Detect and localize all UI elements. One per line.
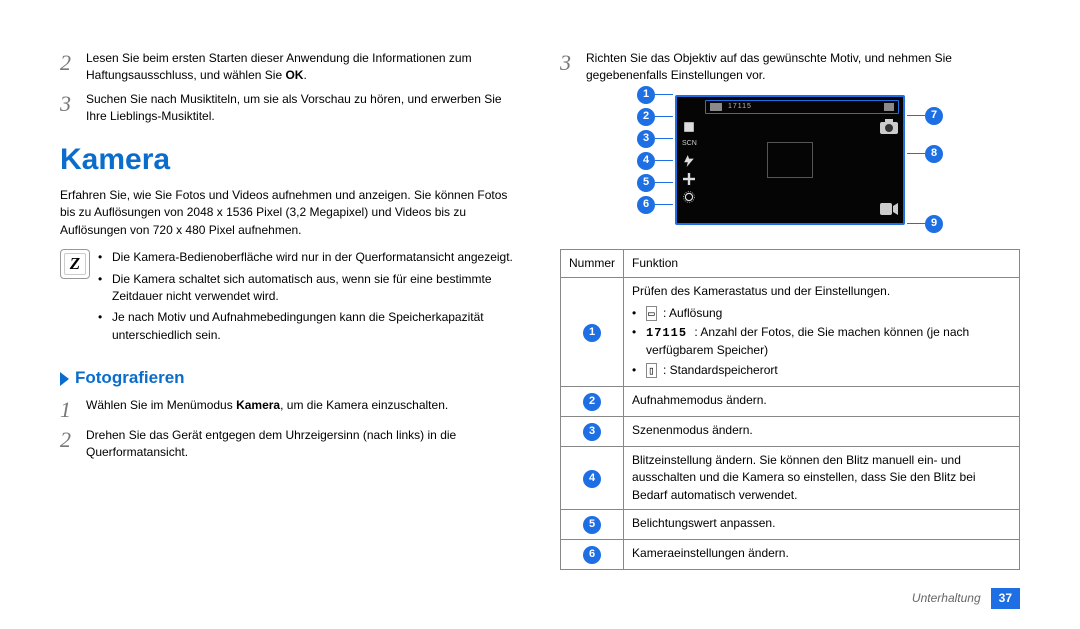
callouts-right: 7 8 9 <box>905 95 943 235</box>
list-item: 1 Wählen Sie im Menümodus Kamera, um die… <box>60 397 520 421</box>
row-badge: 1 <box>583 324 601 342</box>
focus-frame <box>767 142 813 178</box>
subsection-heading: Fotografieren <box>60 366 520 391</box>
table-row: 5 Belichtungswert anpassen. <box>561 510 1020 540</box>
row-text: Blitzeinstellung ändern. Sie können den … <box>624 447 1020 510</box>
exposure-icon <box>682 173 696 185</box>
right-column: 3 Richten Sie das Objektiv auf das gewün… <box>560 50 1020 570</box>
row-text: Belichtungswert anpassen. <box>624 510 1020 540</box>
storage-icon <box>884 103 894 111</box>
scene-label: SCN <box>682 139 703 149</box>
table-row: 6 Kameraeinstellungen ändern. <box>561 540 1020 570</box>
row-badge: 5 <box>583 516 601 534</box>
two-column-layout: 2 Lesen Sie beim ersten Starten dieser A… <box>60 50 1020 570</box>
callout-2: 2 <box>637 108 655 126</box>
resolution-mini-icon: ▭ <box>646 306 657 321</box>
row-badge: 6 <box>583 546 601 564</box>
flash-icon <box>682 155 696 167</box>
step-number: 2 <box>60 427 86 462</box>
intro-paragraph: Erfahren Sie, wie Sie Fotos und Videos a… <box>60 187 520 239</box>
right-toolbar <box>871 119 899 217</box>
page-number: 37 <box>991 588 1020 609</box>
step-text: Lesen Sie beim ersten Starten dieser Anw… <box>86 50 520 85</box>
step-number: 3 <box>60 91 86 126</box>
count-mini-label: 17115 <box>646 326 687 340</box>
mode-icon <box>682 121 696 133</box>
step-text: Drehen Sie das Gerät entgegen dem Uhrzei… <box>86 427 520 462</box>
table-header-row: Nummer Funktion <box>561 249 1020 277</box>
list-item: 3 Richten Sie das Objektiv auf das gewün… <box>560 50 1020 85</box>
row-badge: 3 <box>583 423 601 441</box>
callout-4: 4 <box>637 152 655 170</box>
callout-5: 5 <box>637 174 655 192</box>
camera-preview-diagram: 1 2 3 4 5 6 17115 <box>560 95 1020 235</box>
table-row: 1 Prüfen des Kamerastatus und der Einste… <box>561 278 1020 387</box>
th-number: Nummer <box>561 249 624 277</box>
table-row: 3 Szenenmodus ändern. <box>561 417 1020 447</box>
step-number: 2 <box>60 50 86 85</box>
callouts-left: 1 2 3 4 5 6 <box>637 95 675 235</box>
step-text: Richten Sie das Objektiv auf das gewünsc… <box>586 50 1020 85</box>
section-label: Unterhaltung <box>912 590 981 607</box>
left-toolbar: SCN <box>677 97 703 223</box>
shutter-icon <box>879 119 899 135</box>
camera-preview: 17115 SCN <box>675 95 905 225</box>
row-badge: 2 <box>583 393 601 411</box>
step-text: Suchen Sie nach Musiktiteln, um sie als … <box>86 91 520 126</box>
bullet-item: Die Kamera schaltet sich automatisch aus… <box>98 271 520 306</box>
step-number: 1 <box>60 397 86 421</box>
status-bar: 17115 <box>705 100 899 114</box>
photo-count: 17115 <box>728 102 752 112</box>
note-bullets: Die Kamera-Bedienoberfläche wird nur in … <box>98 249 520 348</box>
th-function: Funktion <box>624 249 1020 277</box>
callout-3: 3 <box>637 130 655 148</box>
list-item: 3 Suchen Sie nach Musiktiteln, um sie al… <box>60 91 520 126</box>
chevron-right-icon <box>60 372 69 386</box>
row-text: Aufnahmemodus ändern. <box>624 387 1020 417</box>
list-item: 2 Drehen Sie das Gerät entgegen dem Uhrz… <box>60 427 520 462</box>
section-heading: Kamera <box>60 138 520 182</box>
row-badge: 4 <box>583 470 601 488</box>
page-footer: Unterhaltung 37 <box>912 588 1020 609</box>
bullet-item: Je nach Motiv und Aufnahmebedingungen ka… <box>98 309 520 344</box>
list-item: 2 Lesen Sie beim ersten Starten dieser A… <box>60 50 520 85</box>
step-text: Wählen Sie im Menümodus Kamera, um die K… <box>86 397 520 421</box>
function-table: Nummer Funktion 1 Prüfen des Kamerastatu… <box>560 249 1020 570</box>
table-row: 2 Aufnahmemodus ändern. <box>561 387 1020 417</box>
callout-6: 6 <box>637 196 655 214</box>
callout-9: 9 <box>925 215 943 233</box>
row-text: Prüfen des Kamerastatus und der Einstell… <box>632 284 890 298</box>
row-text: Szenenmodus ändern. <box>624 417 1020 447</box>
table-row: 4 Blitzeinstellung ändern. Sie können de… <box>561 447 1020 510</box>
row-text: Kameraeinstellungen ändern. <box>624 540 1020 570</box>
resolution-icon <box>710 103 722 111</box>
callout-8: 8 <box>925 145 943 163</box>
note-box: Z Die Kamera-Bedienoberfläche wird nur i… <box>60 249 520 348</box>
storage-mini-icon: ▯ <box>646 363 657 378</box>
left-column: 2 Lesen Sie beim ersten Starten dieser A… <box>60 50 520 570</box>
bullet-item: Die Kamera-Bedienoberfläche wird nur in … <box>98 249 520 266</box>
video-icon <box>879 201 899 217</box>
callout-1: 1 <box>637 86 655 104</box>
settings-icon <box>682 191 696 203</box>
note-icon: Z <box>60 249 90 279</box>
step-number: 3 <box>560 50 586 85</box>
callout-7: 7 <box>925 107 943 125</box>
